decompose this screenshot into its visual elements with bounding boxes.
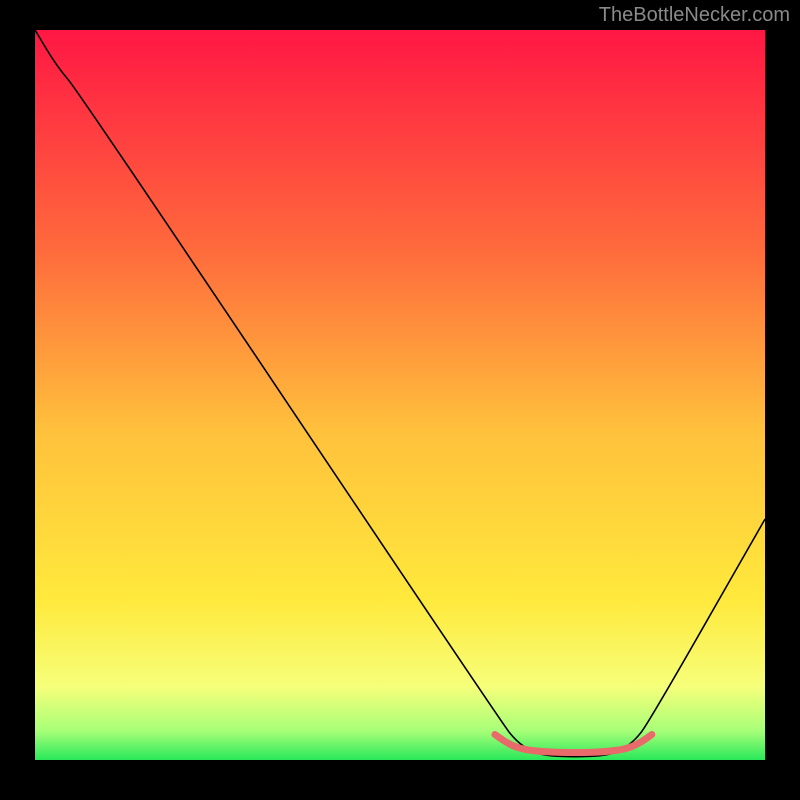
gradient-background — [35, 30, 765, 760]
watermark: TheBottleNecker.com — [599, 4, 790, 27]
chart-container: TheBottleNecker.com — [0, 0, 800, 800]
chart-svg — [35, 30, 765, 760]
plot-area — [35, 30, 765, 760]
